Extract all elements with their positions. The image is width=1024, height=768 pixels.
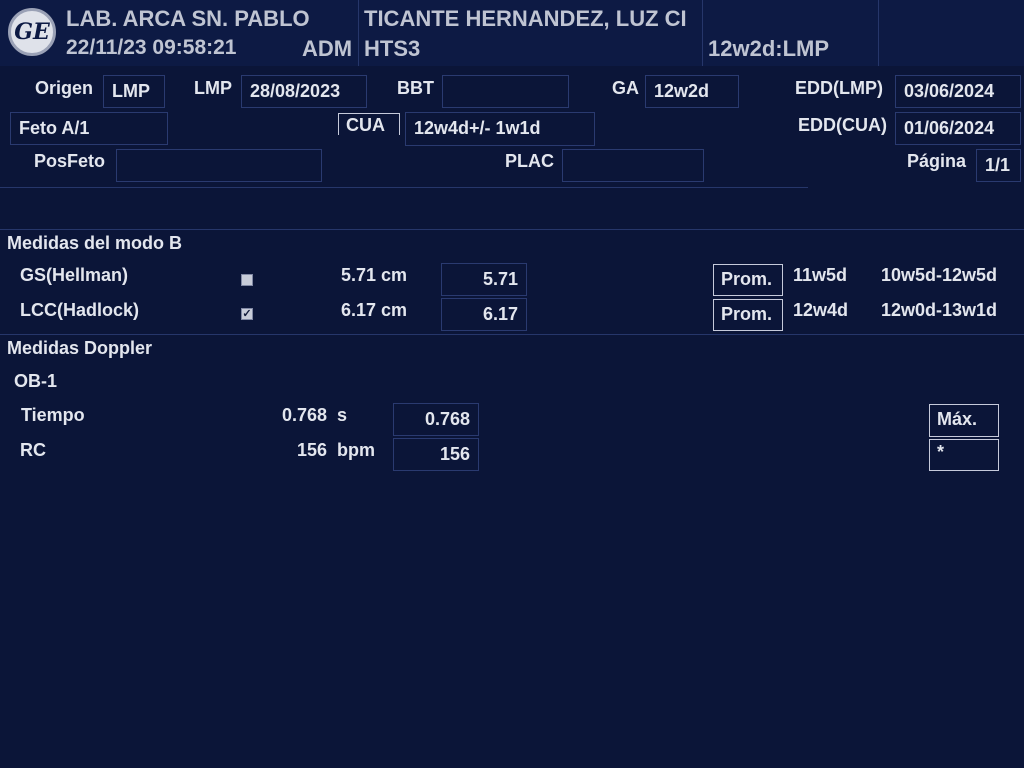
doppler-row-box[interactable]: 156 — [393, 438, 479, 471]
posfeto-field[interactable] — [116, 149, 322, 182]
feto-selector[interactable]: Feto A/1 — [10, 112, 168, 145]
edd-lmp-label: EDD(LMP) — [795, 78, 883, 98]
ge-logo-icon: GE — [8, 8, 56, 56]
doppler-row-name: RC — [20, 440, 46, 460]
datetime: 22/11/23 09:58:21 — [66, 36, 237, 59]
plac-field[interactable] — [562, 149, 704, 182]
max-button[interactable]: Máx. — [929, 404, 999, 437]
bmode-row-name: LCC(Hadlock) — [20, 300, 140, 320]
bmode-row-range: 10w5d-12w5d — [881, 265, 998, 285]
pagina-field[interactable]: 1/1 — [976, 149, 1021, 182]
cua-field[interactable]: 12w4d+/- 1w1d — [405, 112, 595, 146]
origen-field[interactable]: LMP — [103, 75, 165, 108]
origen-label: Origen — [35, 78, 94, 98]
bmode-row-box[interactable]: 6.17 — [441, 298, 527, 331]
posfeto-label: PosFeto — [34, 151, 106, 171]
lmp-label: LMP — [194, 78, 232, 98]
institution-name: LAB. ARCA SN. PABLO — [66, 6, 310, 31]
prom-button[interactable]: Prom. — [713, 299, 783, 331]
bbt-field[interactable] — [442, 75, 569, 108]
bmode-row-value: 5.71 cm — [341, 265, 408, 285]
doppler-row-value: 156 — [296, 440, 327, 460]
doppler-row-name: Tiempo — [21, 405, 85, 425]
doppler-row-value: 0.768 — [281, 405, 327, 425]
bmode-row-ga: 11w5d — [793, 265, 848, 285]
edd-cua-label: EDD(CUA) — [798, 115, 887, 135]
bmode-row-name: GS(Hellman) — [20, 265, 129, 285]
patient-name: TICANTE HERNANDEZ, LUZ CI — [364, 6, 687, 31]
bmode-row-range: 12w0d-13w1d — [881, 300, 998, 320]
bmode-row-checkbox[interactable]: ✓ — [241, 308, 253, 320]
bmode-section-title: Medidas del modo B — [7, 233, 183, 253]
prom-button[interactable]: Prom. — [713, 264, 783, 296]
gestational-age-header: 12w2d:LMP — [708, 36, 830, 61]
bmode-row-box[interactable]: 5.71 — [441, 263, 527, 296]
bmode-row-checkbox[interactable] — [241, 274, 253, 286]
bmode-row-value: 6.17 cm — [341, 300, 408, 320]
doppler-row-unit: bpm — [337, 440, 375, 460]
plac-label: PLAC — [505, 151, 554, 171]
edd-lmp-field[interactable]: 03/06/2024 — [895, 75, 1021, 108]
doppler-row-box[interactable]: 0.768 — [393, 403, 479, 436]
doppler-section-title: Medidas Doppler — [7, 338, 153, 358]
lmp-field[interactable]: 28/08/2023 — [241, 75, 367, 108]
probe-name: HTS3 — [364, 36, 421, 61]
doppler-row-unit: s — [337, 405, 348, 425]
cua-button[interactable]: CUA — [338, 113, 400, 135]
ga-label: GA — [612, 78, 639, 98]
operator: ADM — [302, 36, 353, 61]
bbt-label: BBT — [397, 78, 434, 98]
ga-field[interactable]: 12w2d — [645, 75, 739, 108]
edd-cua-field[interactable]: 01/06/2024 — [895, 112, 1021, 145]
doppler-subtitle: OB-1 — [14, 371, 58, 391]
pagina-label: Página — [907, 151, 967, 171]
bmode-row-ga: 12w4d — [793, 300, 849, 320]
max-value-field[interactable]: * — [929, 439, 999, 471]
